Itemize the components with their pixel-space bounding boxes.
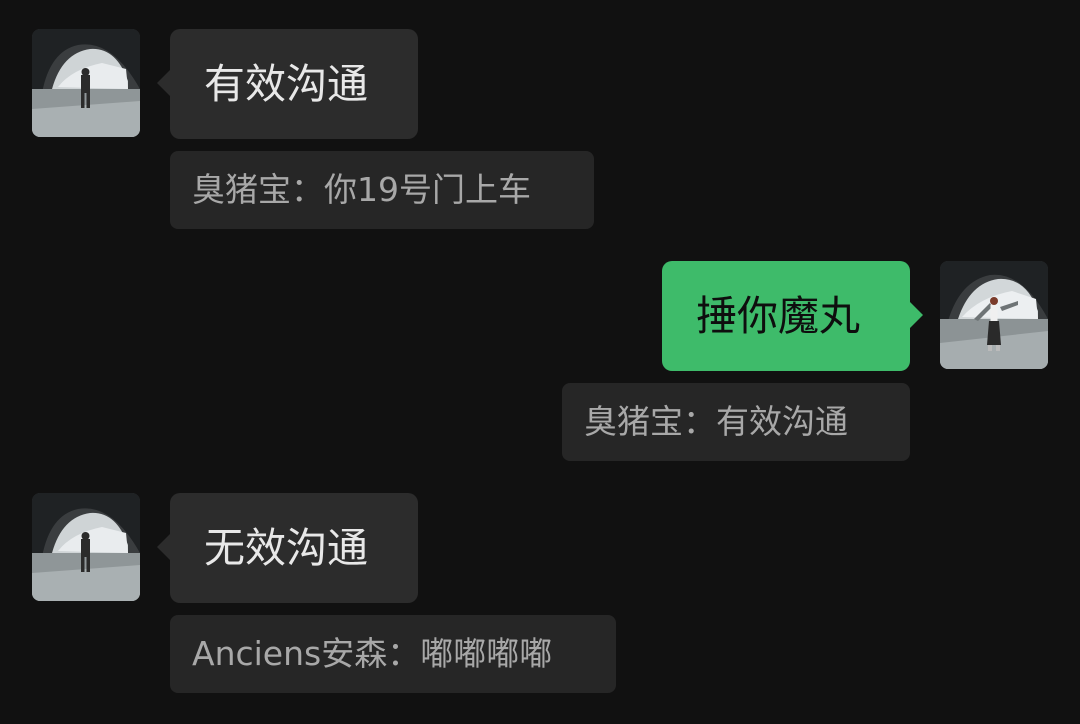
avatar-woman-in-tunnel-icon[interactable]: [940, 261, 1048, 369]
message-bubble[interactable]: 无效沟通: [157, 493, 418, 603]
avatar-man-in-tunnel-icon[interactable]: [32, 29, 140, 137]
quoted-reply[interactable]: 臭猪宝：有效沟通: [562, 383, 910, 461]
avatar-man-in-tunnel-icon[interactable]: [32, 493, 140, 601]
message-bubble[interactable]: 有效沟通: [157, 29, 418, 139]
quoted-reply[interactable]: Anciens安森：嘟嘟嘟嘟: [170, 615, 616, 693]
chat-message-list[interactable]: 有效沟通 臭猪宝：你19号门上车 捶你魔丸 臭猪宝：有效沟通 无效沟通 Anci…: [0, 0, 1080, 724]
quoted-reply[interactable]: 臭猪宝：你19号门上车: [170, 151, 594, 229]
message-bubble-sent[interactable]: 捶你魔丸: [662, 261, 923, 371]
